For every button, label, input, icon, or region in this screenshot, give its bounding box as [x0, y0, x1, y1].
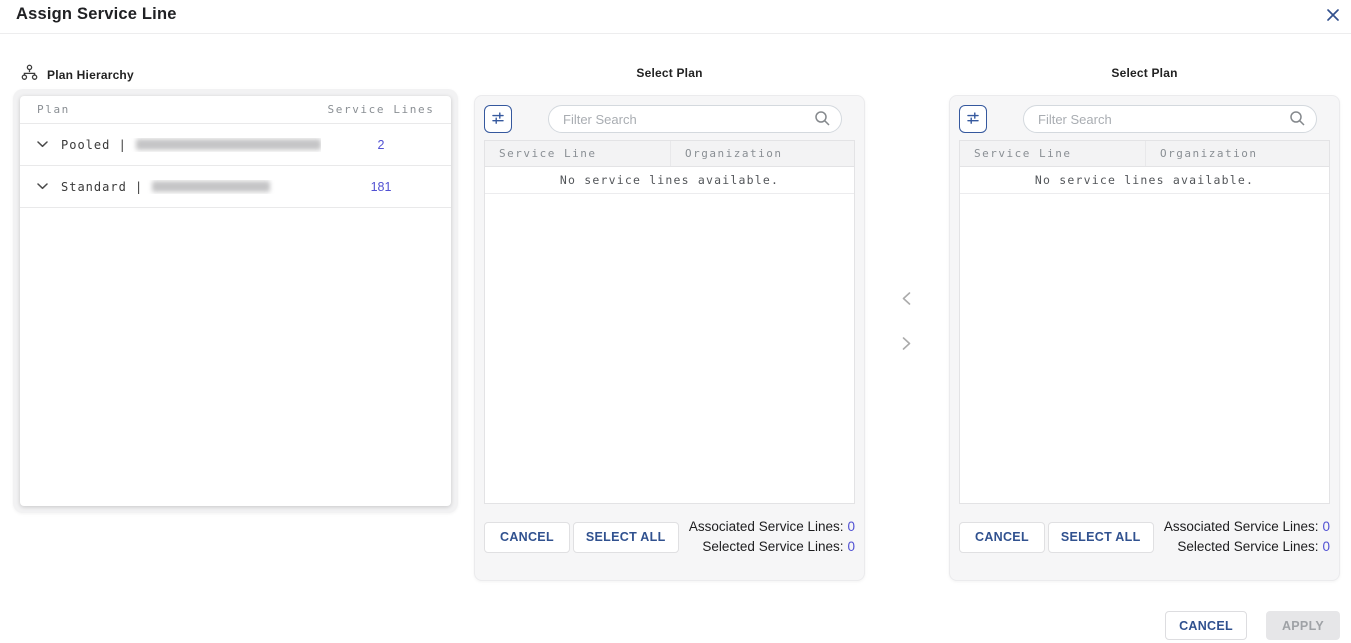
- cancel-button[interactable]: CANCEL: [959, 522, 1045, 553]
- service-line-table-header: Service Line Organization: [485, 141, 854, 167]
- panel-toolbar: [959, 105, 1330, 133]
- select-plan-panel-left: Service Line Organization No service lin…: [474, 95, 865, 581]
- move-right-button[interactable]: [894, 333, 918, 357]
- select-all-button[interactable]: SELECT ALL: [573, 522, 679, 553]
- service-lines-count[interactable]: 2: [321, 138, 441, 152]
- plan-hierarchy-header: Plan Hierarchy: [21, 64, 134, 86]
- filter-sliders-icon: [966, 111, 980, 128]
- empty-state-message: No service lines available.: [485, 167, 854, 194]
- chevron-down-icon[interactable]: [35, 181, 50, 192]
- dialog-apply-button[interactable]: APPLY: [1266, 611, 1340, 640]
- filter-search-input[interactable]: [1023, 105, 1317, 133]
- plan-row-label: Standard |: [61, 180, 143, 194]
- associated-service-lines-label: Associated Service Lines:: [1164, 519, 1319, 534]
- plan-hierarchy-card: Plan Service Lines Pooled | 2: [13, 89, 458, 513]
- service-line-counts: Associated Service Lines:0 Selected Serv…: [689, 517, 855, 557]
- service-line-table: Service Line Organization No service lin…: [484, 140, 855, 504]
- plan-hierarchy-title: Plan Hierarchy: [47, 68, 134, 82]
- selected-service-lines-label: Selected Service Lines:: [702, 539, 843, 554]
- plan-row-pooled[interactable]: Pooled | 2: [20, 124, 451, 166]
- select-plan-panel-right: Service Line Organization No service lin…: [949, 95, 1340, 581]
- service-line-table-header: Service Line Organization: [960, 141, 1329, 167]
- plan-hierarchy-table: Plan Service Lines Pooled | 2: [20, 96, 451, 506]
- cancel-button[interactable]: CANCEL: [484, 522, 570, 553]
- panel-footer: CANCEL SELECT ALL Associated Service Lin…: [484, 517, 855, 557]
- service-lines-column-header: Service Lines: [321, 103, 441, 116]
- plan-row-standard[interactable]: Standard | 181: [20, 166, 451, 208]
- organization-column-header: Organization: [1146, 141, 1257, 166]
- redacted-plan-name: [152, 181, 270, 192]
- plan-table-header: Plan Service Lines: [20, 96, 451, 124]
- associated-service-lines-value: 0: [847, 519, 855, 534]
- hierarchy-icon: [21, 64, 38, 86]
- service-line-column-header: Service Line: [485, 141, 671, 166]
- dialog-actions: CANCEL APPLY: [1165, 611, 1340, 640]
- service-lines-count[interactable]: 181: [321, 180, 441, 194]
- filter-settings-button[interactable]: [959, 105, 987, 133]
- empty-state-message: No service lines available.: [960, 167, 1329, 194]
- redacted-plan-name: [136, 139, 321, 150]
- selected-service-lines-label: Selected Service Lines:: [1177, 539, 1318, 554]
- plan-column-header: Plan: [20, 103, 321, 116]
- associated-service-lines-value: 0: [1322, 519, 1330, 534]
- close-button[interactable]: [1320, 3, 1346, 29]
- filter-settings-button[interactable]: [484, 105, 512, 133]
- select-plan-title: Select Plan: [949, 66, 1340, 80]
- chevron-left-icon: [902, 292, 911, 308]
- move-left-button[interactable]: [894, 288, 918, 312]
- service-line-column-header: Service Line: [960, 141, 1146, 166]
- select-plan-title: Select Plan: [474, 66, 865, 80]
- panel-footer: CANCEL SELECT ALL Associated Service Lin…: [959, 517, 1330, 557]
- filter-sliders-icon: [491, 111, 505, 128]
- dialog-title: Assign Service Line: [16, 5, 177, 24]
- associated-service-lines-label: Associated Service Lines:: [689, 519, 844, 534]
- chevron-down-icon[interactable]: [35, 139, 50, 150]
- transfer-arrows: [894, 288, 918, 357]
- dialog-cancel-button[interactable]: CANCEL: [1165, 611, 1247, 640]
- service-line-table: Service Line Organization No service lin…: [959, 140, 1330, 504]
- select-all-button[interactable]: SELECT ALL: [1048, 522, 1154, 553]
- organization-column-header: Organization: [671, 141, 782, 166]
- filter-search-input[interactable]: [548, 105, 842, 133]
- chevron-right-icon: [902, 337, 911, 353]
- selected-service-lines-value: 0: [847, 539, 855, 554]
- close-icon: [1326, 8, 1340, 25]
- dialog-titlebar: Assign Service Line: [0, 0, 1351, 34]
- service-line-counts: Associated Service Lines:0 Selected Serv…: [1164, 517, 1330, 557]
- selected-service-lines-value: 0: [1322, 539, 1330, 554]
- panel-toolbar: [484, 105, 855, 133]
- plan-row-label: Pooled |: [61, 138, 127, 152]
